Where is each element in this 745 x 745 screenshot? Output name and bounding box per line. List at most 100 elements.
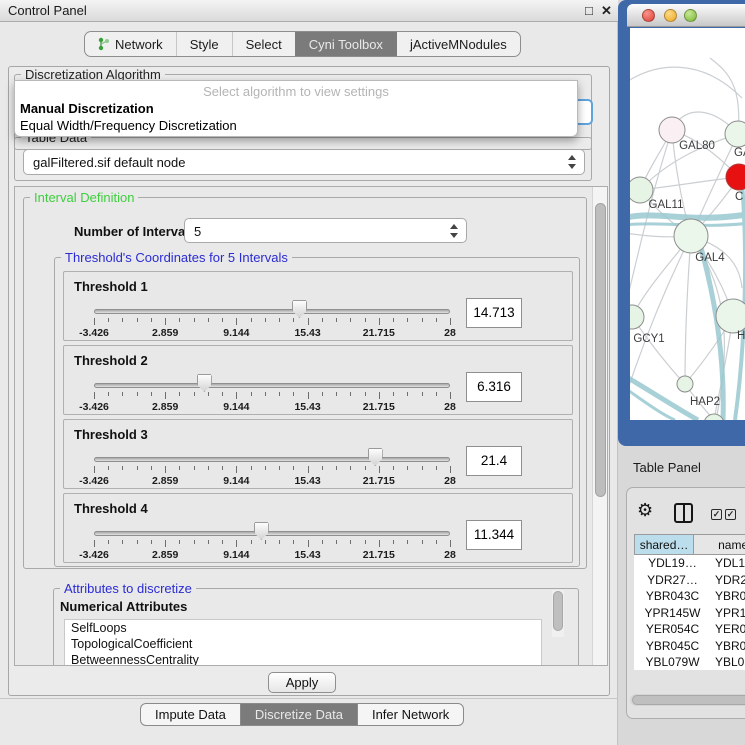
threshold-value-input[interactable]: 11.344: [466, 520, 522, 550]
slider-tick-label: 21.715: [353, 549, 405, 561]
slider-tick-label: 21.715: [353, 327, 405, 339]
threshold-label: Threshold 1: [74, 279, 148, 294]
network-window-titlebar[interactable]: [627, 4, 745, 27]
close-icon[interactable]: ✕: [601, 3, 612, 19]
slider-thumb[interactable]: [197, 374, 212, 392]
network-node[interactable]: [677, 376, 693, 392]
scrollbar-thumb[interactable]: [632, 695, 745, 705]
gear-icon[interactable]: ⚙: [637, 500, 653, 521]
tab-label: Cyni Toolbox: [309, 37, 383, 52]
network-graph: GAL80GACGAL11GAL4GCY1HHAP2: [630, 28, 745, 420]
slider-tick-label: 9.144: [210, 327, 262, 339]
attributes-list-scrollbar[interactable]: [552, 590, 564, 637]
table-row[interactable]: YDL19…YDL19: [634, 555, 745, 572]
table-panel-window: ⚙ ✓ ✓ shared… name YDL19…YDL19YDR27…YDR2…: [626, 487, 745, 719]
attribute-list-item[interactable]: TopologicalCoefficient: [65, 636, 541, 652]
network-node[interactable]: [674, 219, 708, 253]
name-cell: YPR14: [711, 606, 745, 620]
column-header-shared-name[interactable]: shared…: [634, 534, 694, 555]
control-panel-title: Control Panel: [8, 3, 87, 18]
tab-label: Select: [246, 37, 282, 52]
tab-jactivemnodules[interactable]: jActiveMNodules: [396, 32, 520, 56]
tab-style[interactable]: Style: [176, 32, 232, 56]
tab-label: Network: [115, 37, 163, 52]
threshold-panel-4: Threshold 4-3.4262.8599.14415.4321.71528…: [63, 493, 573, 563]
slider-tick-label: -3.426: [68, 475, 120, 487]
slider-tick-label: -3.426: [68, 327, 120, 339]
threshold-label: Threshold 2: [74, 353, 148, 368]
threshold-label: Threshold 4: [74, 501, 148, 516]
tab-label: Style: [190, 37, 219, 52]
shared-name-cell: YDL19…: [634, 556, 711, 570]
network-node[interactable]: [716, 299, 745, 333]
network-node-label: GAL4: [695, 252, 725, 264]
dropdown-option-manual-discretization[interactable]: Manual Discretization: [20, 101, 154, 116]
threshold-panel-1: Threshold 1-3.4262.8599.14415.4321.71528…: [63, 271, 573, 341]
zoom-traffic-light-icon[interactable]: [684, 9, 697, 22]
table-row[interactable]: YBL079WYBL07: [634, 654, 745, 670]
shared-name-cell: YBR043C: [634, 589, 711, 603]
threshold-value-input[interactable]: 14.713: [466, 298, 522, 328]
shared-name-cell: YPR145W: [634, 606, 711, 620]
threshold-panel-2: Threshold 2-3.4262.8599.14415.4321.71528…: [63, 345, 573, 415]
control-panel-titlebar: Control Panel □ ✕: [0, 0, 618, 22]
name-cell: YBR04: [711, 589, 745, 603]
slider-track[interactable]: [94, 531, 450, 536]
settings-vertical-scrollbar[interactable]: [592, 187, 607, 665]
slider-thumb[interactable]: [368, 448, 383, 466]
slider-thumb[interactable]: [292, 300, 307, 318]
scrollbar-thumb[interactable]: [595, 203, 606, 497]
divider: [0, 698, 618, 699]
shared-name-cell: YBR045C: [634, 639, 711, 653]
name-cell: YBR04: [711, 639, 745, 653]
slider-tick-label: 2.859: [139, 401, 191, 413]
attribute-list-item[interactable]: SelfLoops: [65, 620, 541, 636]
column-header-name[interactable]: name: [694, 534, 745, 555]
table-horizontal-scrollbar[interactable]: [630, 694, 745, 706]
table-row[interactable]: YBR043CYBR04: [634, 588, 745, 605]
tab-cyni-toolbox[interactable]: Cyni Toolbox: [295, 32, 396, 56]
slider-tick-label: 15.43: [282, 549, 334, 561]
name-cell: YER05: [711, 622, 745, 636]
network-node-label: C: [735, 191, 743, 203]
threshold-value-input[interactable]: 6.316: [466, 372, 522, 402]
close-traffic-light-icon[interactable]: [642, 9, 655, 22]
threshold-value-input[interactable]: 21.4: [466, 446, 522, 476]
table-data-select[interactable]: galFiltered.sif default node: [23, 149, 585, 175]
apply-button[interactable]: Apply: [268, 672, 336, 693]
table-row[interactable]: YBR045CYBR04: [634, 638, 745, 655]
table-panel-title: Table Panel: [633, 460, 701, 475]
float-icon[interactable]: □: [585, 3, 593, 18]
dropdown-option-equal-width-frequency[interactable]: Equal Width/Frequency Discretization: [20, 118, 237, 133]
bottom-tab-impute-data[interactable]: Impute Data: [141, 704, 240, 725]
table-row[interactable]: YDR27…YDR27: [634, 572, 745, 589]
checkbox-icon[interactable]: ✓: [711, 509, 722, 520]
algorithm-dropdown-popup: Select algorithm to view settings Manual…: [14, 80, 578, 137]
numerical-attributes-label: Numerical Attributes: [60, 599, 187, 614]
attribute-list-item[interactable]: BetweennessCentrality: [65, 652, 541, 666]
tab-select[interactable]: Select: [232, 32, 295, 56]
network-canvas[interactable]: GAL80GACGAL11GAL4GCY1HHAP2: [630, 28, 745, 420]
table-data-group: Table Data galFiltered.sif default node: [14, 137, 592, 181]
control-panel: Control Panel □ ✕ Network Style Select Cyni…: [0, 0, 618, 745]
slider-track[interactable]: [94, 383, 450, 388]
numerical-attributes-list[interactable]: SelfLoopsTopologicalCoefficientBetweenne…: [64, 619, 542, 666]
network-icon: [98, 37, 110, 51]
slider-tick-label: 21.715: [353, 401, 405, 413]
bottom-tab-infer-network[interactable]: Infer Network: [357, 704, 463, 725]
slider-track[interactable]: [94, 457, 450, 462]
checkbox-icon[interactable]: ✓: [725, 509, 736, 520]
table-row[interactable]: YER054CYER05: [634, 621, 745, 638]
network-node[interactable]: [630, 305, 644, 329]
app-root: Control Panel □ ✕ Network Style Select Cyni…: [0, 0, 745, 745]
split-columns-icon[interactable]: [674, 503, 693, 523]
tab-network[interactable]: Network: [85, 32, 176, 56]
bottom-tab-discretize-data[interactable]: Discretize Data: [240, 704, 357, 725]
table-row[interactable]: YPR145WYPR14: [634, 605, 745, 622]
minimize-traffic-light-icon[interactable]: [664, 9, 677, 22]
slider-track[interactable]: [94, 309, 450, 314]
control-panel-tabbar: Network Style Select Cyni Toolbox jActiveMNo…: [84, 31, 521, 57]
scrollbar-thumb[interactable]: [553, 591, 563, 631]
number-of-intervals-select[interactable]: 5: [184, 218, 467, 243]
slider-thumb[interactable]: [254, 522, 269, 540]
